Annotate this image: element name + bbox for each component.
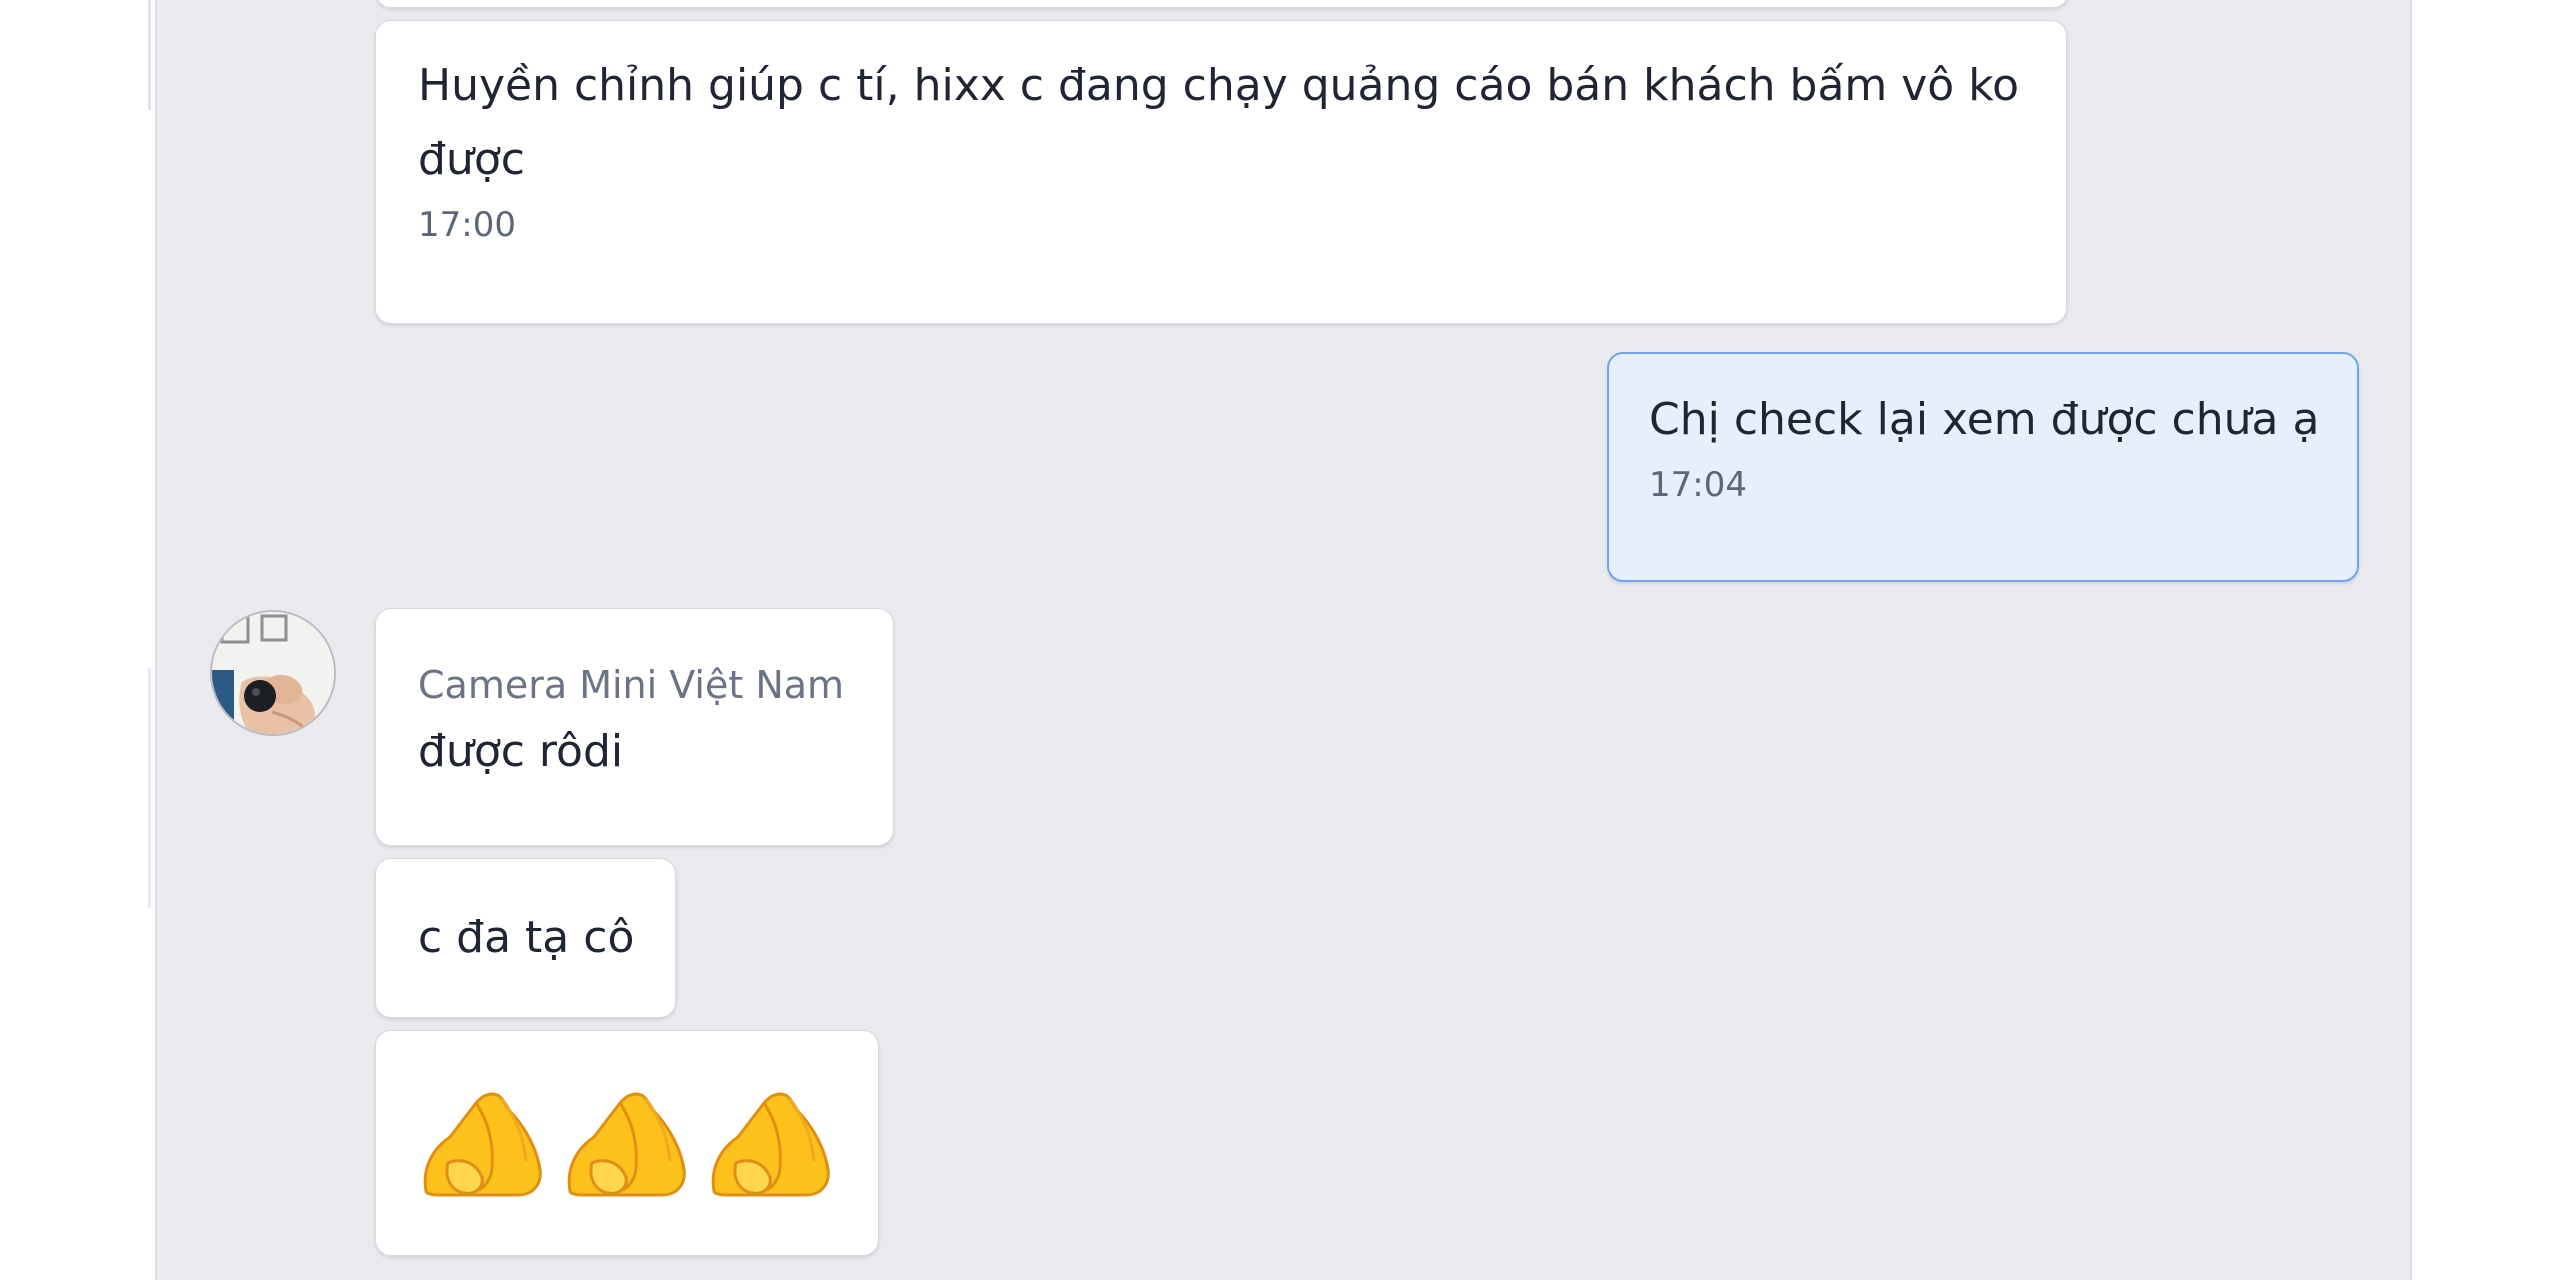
incoming-message[interactable]: c đa tạ cô bbox=[375, 858, 676, 1018]
outgoing-message[interactable]: Chị check lại xem được chưa ạ 17:04 bbox=[1607, 352, 2359, 582]
folded-hands-icon bbox=[423, 1092, 542, 1197]
folded-hands-icon bbox=[567, 1092, 686, 1197]
previous-message-bubble bbox=[375, 0, 2069, 8]
message-text: được rôdi bbox=[418, 726, 624, 777]
chat-window: Huyền chỉnh giúp c tí, hixx c đang chạy … bbox=[0, 0, 2560, 1280]
message-text: Chị check lại xem được chưa ạ bbox=[1649, 394, 2320, 445]
left-panel-highlight-edge bbox=[148, 668, 151, 908]
left-panel-edge bbox=[148, 0, 151, 110]
message-text: c đa tạ cô bbox=[418, 912, 635, 963]
sender-name: Camera Mini Việt Nam bbox=[418, 663, 845, 707]
message-list[interactable]: Huyền chỉnh giúp c tí, hixx c đang chạy … bbox=[155, 0, 2412, 1280]
emoji-row bbox=[418, 1079, 836, 1199]
folded-hands-icon bbox=[711, 1092, 830, 1197]
message-time: 17:04 bbox=[1649, 465, 1747, 505]
message-text: Huyền chỉnh giúp c tí, hixx c đang chạy … bbox=[418, 60, 2034, 185]
camera-mini-avatar-icon[interactable] bbox=[210, 610, 336, 736]
incoming-message[interactable]: Huyền chỉnh giúp c tí, hixx c đang chạy … bbox=[375, 20, 2067, 324]
message-time: 17:00 bbox=[418, 205, 516, 245]
incoming-message[interactable]: Camera Mini Việt Nam được rôdi bbox=[375, 608, 894, 846]
incoming-message[interactable] bbox=[375, 1030, 879, 1256]
